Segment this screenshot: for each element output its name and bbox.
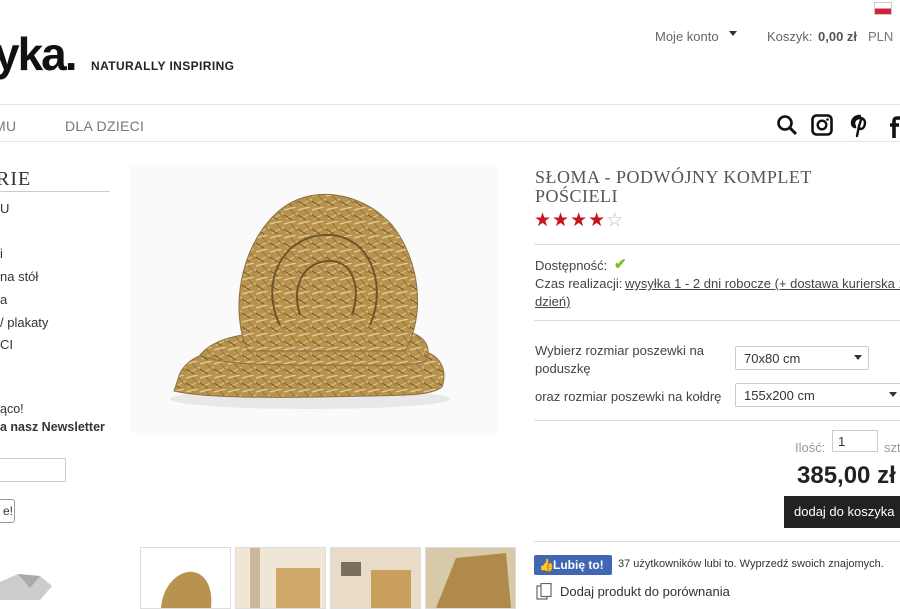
product-price: 385,00 zł (797, 462, 896, 489)
product-main-image[interactable] (130, 165, 498, 433)
instagram-icon[interactable] (811, 114, 833, 136)
nav-item-0[interactable]: MU (0, 118, 16, 134)
add-to-cart-button[interactable]: dodaj do koszyka (784, 496, 900, 528)
divider (534, 244, 900, 245)
sidebar-title: RIE (0, 168, 32, 190)
divider (0, 191, 110, 192)
logo-tagline: NATURALLY INSPIRING (91, 59, 235, 73)
sidebar-item[interactable]: i (0, 246, 3, 261)
currency-selector[interactable]: PLN (868, 29, 893, 44)
divider (0, 141, 900, 142)
divider (534, 420, 900, 421)
lead-time-label: Czas realizacji: (535, 276, 623, 291)
divider (534, 541, 900, 542)
sidebar-item[interactable]: / plakaty (0, 315, 48, 330)
nav-item-dla-dzieci[interactable]: DLA DZIECI (65, 118, 144, 134)
newsletter-submit-button[interactable]: e! (0, 499, 15, 523)
compare-icon[interactable] (536, 583, 552, 600)
divider (0, 104, 900, 105)
quantity-unit: szt (884, 440, 900, 455)
thumbnail-image (236, 548, 325, 608)
facebook-like-button[interactable]: 👍Lubię to! (534, 555, 612, 575)
facebook-like-label: Lubię to! (553, 558, 604, 572)
divider (534, 320, 900, 321)
decorative-shape (0, 574, 52, 600)
quantity-input[interactable]: 1 (832, 430, 878, 452)
pillow-size-value: 70x80 cm (744, 351, 801, 366)
pillow-size-select[interactable]: 70x80 cm (735, 346, 869, 370)
thumbs-up-icon: 👍 (539, 558, 554, 572)
rating-stars[interactable]: ★★★★☆ (534, 209, 624, 232)
facebook-icon[interactable] (888, 114, 900, 138)
product-title: SŁOMA - PODWÓJNY KOMPLET POŚCIELI (535, 167, 812, 206)
thumbnail-image (331, 548, 420, 608)
star-filled-icon: ★★★★ (534, 210, 607, 231)
duvet-size-value: 155x200 cm (744, 388, 815, 403)
logo[interactable]: yka. (0, 30, 78, 78)
language-flag-icon[interactable] (874, 2, 892, 15)
duvet-size-label: oraz rozmiar poszewki na kołdrę (535, 389, 722, 404)
lead-time-link[interactable]: wysyłka 1 - 2 dni robocze (+ dostawa kur… (625, 276, 900, 291)
sidebar-item[interactable]: CI (0, 337, 13, 352)
sidebar-item[interactable]: U (0, 201, 9, 216)
cart-value[interactable]: 0,00 zł (818, 29, 857, 44)
chevron-down-icon[interactable] (729, 31, 737, 36)
newsletter-text: ąco! (0, 402, 24, 416)
pinterest-icon[interactable] (849, 114, 871, 138)
facebook-like-count: 37 użytkowników lubi to. Wyprzedź swoich… (618, 558, 884, 570)
newsletter-email-input[interactable] (0, 458, 66, 482)
quantity-label: Ilość: (795, 440, 826, 455)
chevron-down-icon[interactable] (889, 392, 897, 397)
availability-label: Dostępność: (535, 258, 608, 273)
duvet-size-select[interactable]: 155x200 cm (735, 383, 900, 407)
compare-link[interactable]: Dodaj produkt do porównania (560, 584, 730, 599)
sidebar-item[interactable]: a (0, 292, 7, 307)
search-icon[interactable] (776, 114, 798, 136)
cart-label[interactable]: Koszyk: (767, 29, 813, 44)
thumbnail-image (426, 548, 515, 608)
star-empty-icon: ☆ (606, 210, 625, 231)
sidebar-item[interactable]: na stół (0, 269, 38, 284)
check-icon: ✔ (614, 256, 627, 273)
pillow-size-label: Wybierz rozmiar poszewki na poduszkę (535, 343, 704, 376)
thumbnail-image (141, 548, 230, 608)
newsletter-heading: a nasz Newsletter (0, 420, 105, 434)
chevron-down-icon[interactable] (854, 355, 862, 360)
lead-time-link-cont[interactable]: dzień) (535, 294, 570, 309)
straw-bedding-illustration (170, 193, 450, 409)
account-menu[interactable]: Moje konto (655, 29, 719, 44)
